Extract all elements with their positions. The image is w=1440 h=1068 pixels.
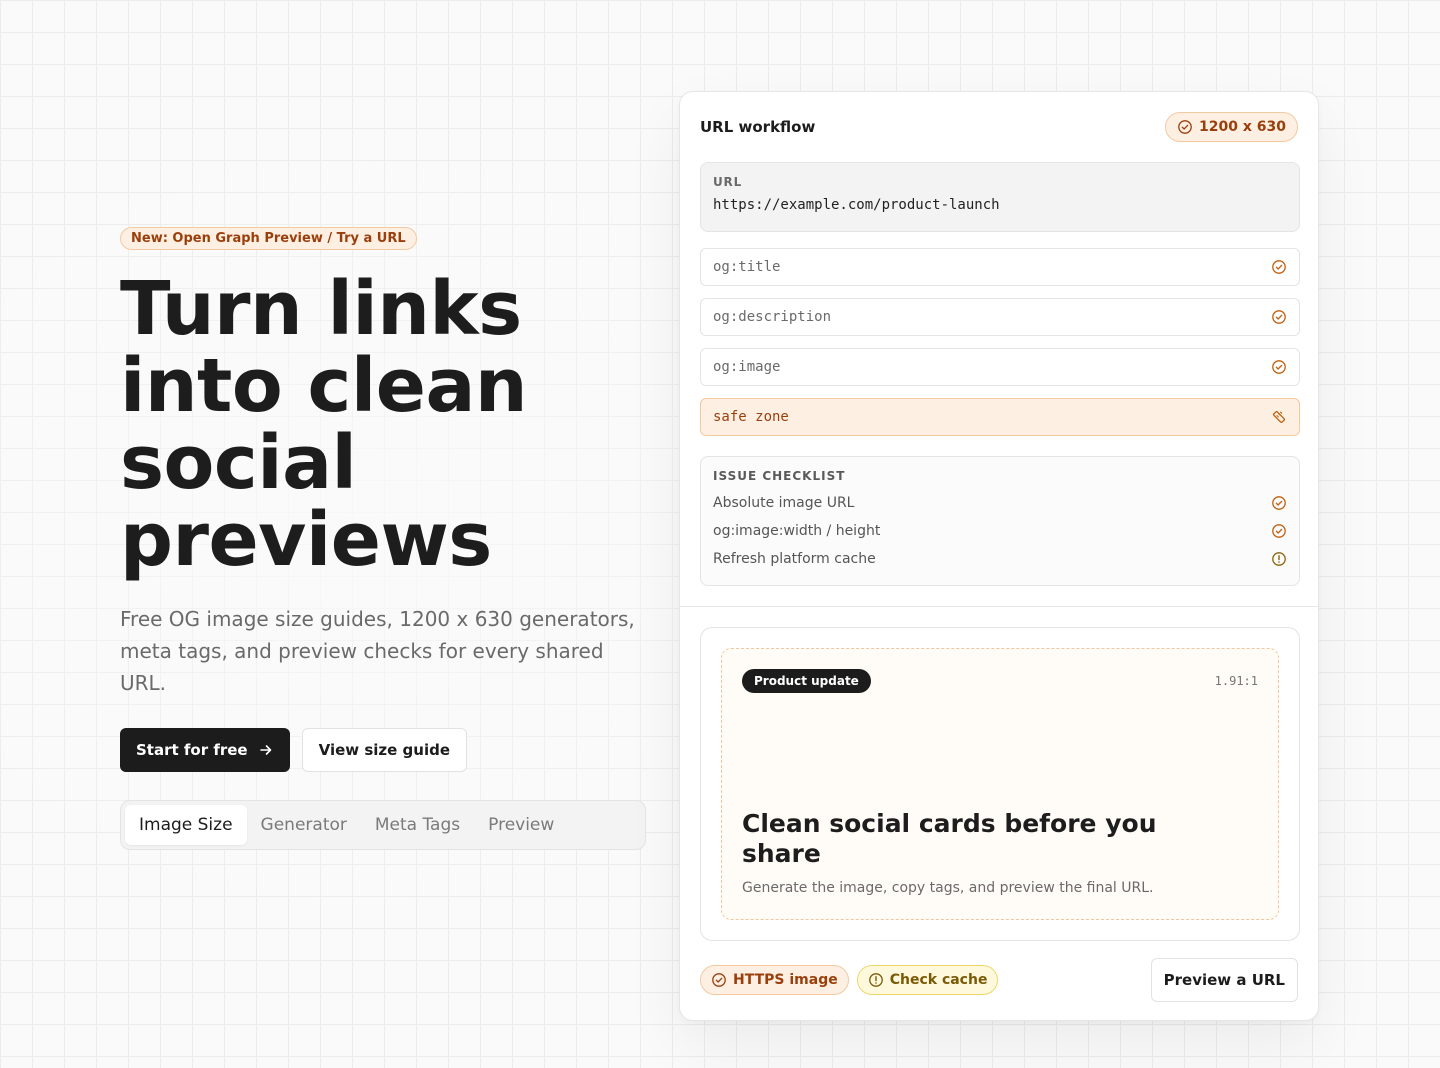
checklist-item-label: Absolute image URL bbox=[713, 495, 855, 511]
checklist-item-refresh-cache[interactable]: Refresh platform cache bbox=[713, 545, 1287, 573]
checklist-item-label: og:image:width / height bbox=[713, 523, 881, 539]
safe-zone-field[interactable]: safe zone bbox=[700, 398, 1300, 436]
field-label: og:image bbox=[713, 359, 781, 375]
cta-row: Start for free View size guide bbox=[120, 728, 650, 772]
hero-headline: Turn links into clean social previews bbox=[120, 266, 528, 583]
checklist-items: Absolute image URL og:image:width / heig… bbox=[713, 489, 1287, 573]
check-circle-icon bbox=[1272, 496, 1286, 510]
field-label: og:description bbox=[713, 309, 832, 325]
url-input-box[interactable]: URL https://example.com/product-launch bbox=[700, 162, 1300, 232]
og-image-field[interactable]: og:image bbox=[700, 348, 1300, 386]
https-image-chip: HTTPS image bbox=[700, 965, 849, 995]
url-label: URL bbox=[713, 175, 743, 189]
alert-circle-icon bbox=[868, 973, 883, 987]
field-label: safe zone bbox=[713, 409, 789, 425]
og-title-field[interactable]: og:title bbox=[700, 248, 1300, 286]
social-card-canvas: Product update 1.91:1 Clean social cards… bbox=[721, 648, 1279, 920]
check-circle-icon bbox=[1272, 260, 1286, 274]
panel-divider bbox=[680, 606, 1318, 607]
field-label: og:title bbox=[713, 259, 781, 275]
url-value[interactable]: https://example.com/product-launch bbox=[713, 197, 1287, 213]
issue-checklist: ISSUE CHECKLIST Absolute image URL og:im… bbox=[700, 456, 1300, 586]
chip-label: HTTPS image bbox=[733, 972, 838, 988]
checklist-title: ISSUE CHECKLIST bbox=[713, 469, 846, 483]
start-for-free-label: Start for free bbox=[136, 741, 248, 759]
check-circle-icon bbox=[1272, 524, 1286, 538]
url-workflow-panel: URL workflow 1200 x 630 URL https://exam… bbox=[679, 91, 1319, 1021]
checklist-item-absolute-image-url[interactable]: Absolute image URL bbox=[713, 489, 1287, 517]
status-chips: HTTPS image Check cache bbox=[700, 965, 999, 995]
panel-footer: HTTPS image Check cache Preview a URL bbox=[700, 958, 1298, 1002]
preview-a-url-button[interactable]: Preview a URL bbox=[1150, 958, 1298, 1002]
check-circle-icon bbox=[712, 973, 726, 987]
tab-generator[interactable]: Generator bbox=[247, 805, 361, 845]
check-circle-icon bbox=[1178, 120, 1192, 134]
og-description-field[interactable]: og:description bbox=[700, 298, 1300, 336]
size-badge-label: 1200 x 630 bbox=[1199, 119, 1286, 135]
check-circle-icon bbox=[1272, 310, 1286, 324]
alert-circle-icon bbox=[1272, 552, 1286, 566]
view-size-guide-button[interactable]: View size guide bbox=[301, 728, 468, 772]
checklist-item-label: Refresh platform cache bbox=[713, 551, 876, 567]
hero-subtext: Free OG image size guides, 1200 x 630 ge… bbox=[120, 607, 635, 695]
size-badge: 1200 x 630 bbox=[1165, 112, 1298, 142]
preview-title: Clean social cards before you share bbox=[742, 809, 1157, 868]
check-cache-chip: Check cache bbox=[856, 965, 999, 995]
preview-tag: Product update bbox=[742, 669, 871, 693]
panel-header: URL workflow 1200 x 630 bbox=[700, 112, 1298, 142]
ruler-icon bbox=[1272, 410, 1286, 424]
aspect-ratio-label: 1.91:1 bbox=[1214, 674, 1258, 688]
tab-meta-tags[interactable]: Meta Tags bbox=[361, 805, 474, 845]
start-for-free-button[interactable]: Start for free bbox=[120, 728, 290, 772]
preview-description: Generate the image, copy tags, and previ… bbox=[742, 880, 1154, 896]
social-card-preview: Product update 1.91:1 Clean social cards… bbox=[700, 627, 1300, 941]
hero-section: New: Open Graph Preview / Try a URL Turn… bbox=[120, 227, 650, 850]
checklist-item-image-dimensions[interactable]: og:image:width / height bbox=[713, 517, 1287, 545]
feature-tabs: Image Size Generator Meta Tags Preview bbox=[120, 800, 646, 850]
tab-image-size[interactable]: Image Size bbox=[125, 805, 247, 845]
panel-title: URL workflow bbox=[700, 118, 816, 136]
arrow-right-icon bbox=[259, 745, 271, 755]
tab-preview[interactable]: Preview bbox=[474, 805, 568, 845]
announcement-badge[interactable]: New: Open Graph Preview / Try a URL bbox=[120, 227, 417, 250]
check-circle-icon bbox=[1272, 360, 1286, 374]
chip-label: Check cache bbox=[889, 972, 988, 988]
